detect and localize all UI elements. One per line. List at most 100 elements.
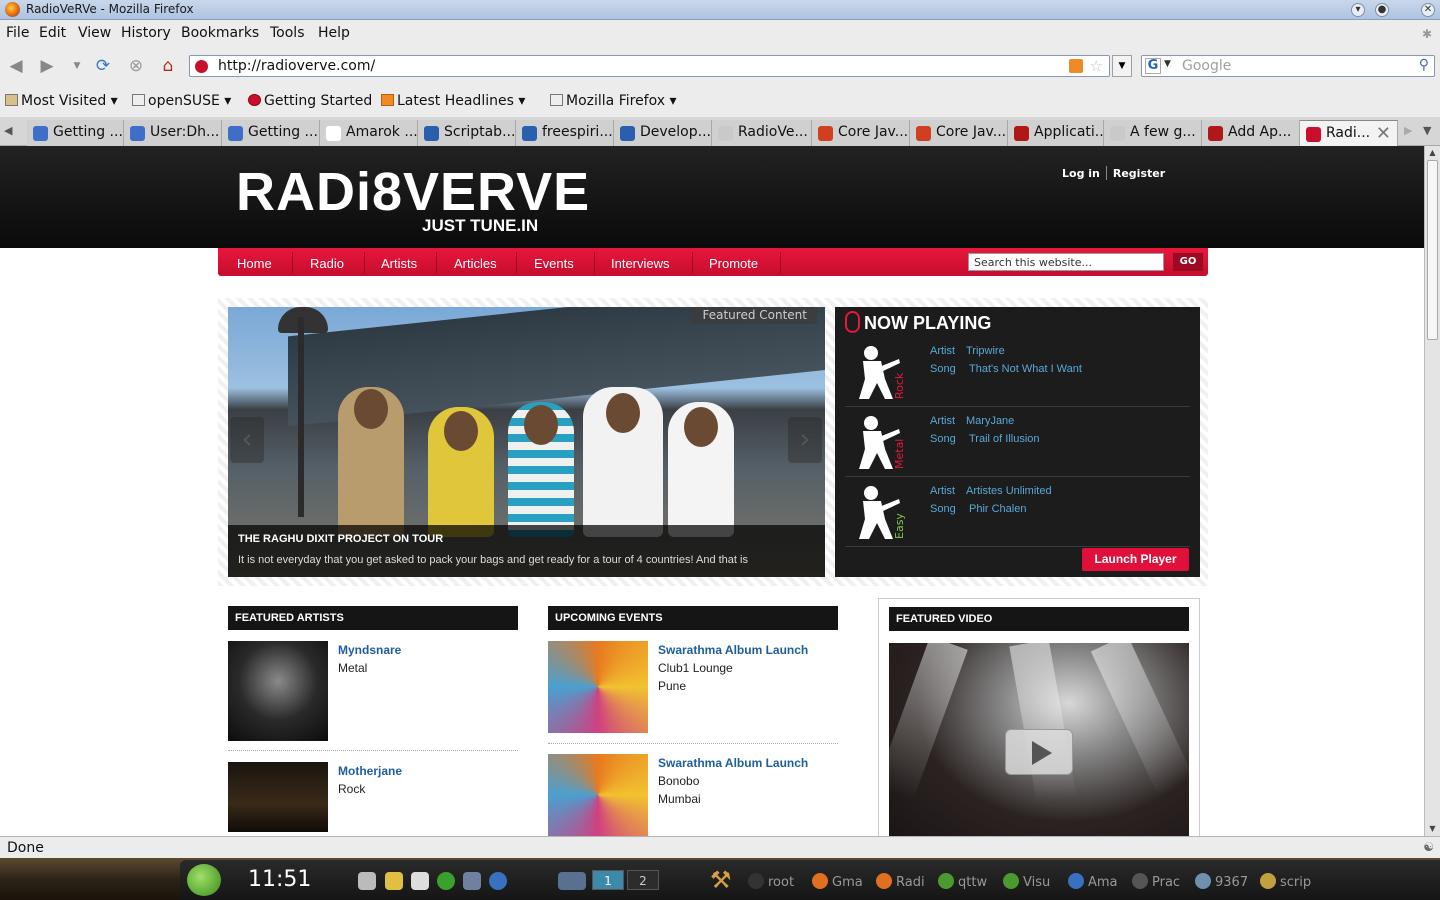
bookmark-most-visited[interactable]: Most Visited ▾ [5,93,118,109]
bookmark-mozilla-firefox[interactable]: Mozilla Firefox ▾ [550,93,677,109]
taskbar-task[interactable]: root [748,873,794,890]
maximize-button[interactable]: ● [1375,3,1389,17]
site-search-input[interactable]: Search this website... [968,253,1164,271]
bookmark-latest-headlines[interactable]: Latest Headlines ▾ [381,93,525,109]
taskbar-task[interactable]: Prac [1132,873,1180,890]
reload-button[interactable]: ⟳ [92,55,114,77]
login-link[interactable]: Log in [1062,167,1100,180]
rss-icon[interactable] [1069,59,1083,73]
browser-tab[interactable]: A few g... [1104,120,1202,146]
artist-thumbnail-myndsnare[interactable] [228,641,328,741]
history-dropdown-button[interactable]: ▼ [66,55,88,77]
nav-artists[interactable]: Artists [381,256,417,271]
tab-list-icon[interactable]: ▼ [1423,124,1431,137]
taskbar-clock[interactable]: 11:51 [248,867,311,892]
show-desktop-icon[interactable] [558,872,586,890]
bookmark-star-icon[interactable]: ☆ [1090,57,1103,75]
browser-tab[interactable]: Getting ... [27,120,124,146]
now-playing-artist[interactable]: Artistes Unlimited [966,485,1052,497]
artist-name[interactable]: Motherjane [338,764,402,778]
close-tab-icon[interactable]: ✕ [1376,123,1391,144]
nav-home[interactable]: Home [237,256,272,271]
event-title[interactable]: Swarathma Album Launch [658,756,808,770]
now-playing-artist[interactable]: MaryJane [966,415,1014,427]
nav-interviews[interactable]: Interviews [611,256,670,271]
engine-dropdown-icon[interactable]: ▼ [1164,59,1171,69]
browser-tab[interactable]: freespiri... [516,120,614,146]
scroll-down-icon[interactable]: ▼ [1425,822,1440,836]
browser-tray-icon[interactable] [489,872,507,890]
tab-scroll-left-icon[interactable]: ◀ [4,124,12,137]
nav-promote[interactable]: Promote [709,256,758,271]
google-engine-icon[interactable]: G [1145,58,1161,74]
taskbar-task[interactable]: scrip [1260,873,1311,890]
browser-tab[interactable]: RadioVe... [712,120,812,146]
browser-tab[interactable]: Core Jav... [910,120,1008,146]
address-bar[interactable]: http://radioverve.com/ ☆ [189,55,1110,77]
url-dropdown-button[interactable]: ▼ [1112,55,1132,77]
update-icon[interactable] [437,872,455,890]
taskbar-task[interactable]: Radi [876,873,925,890]
volume-icon[interactable] [358,872,376,890]
search-icon[interactable]: ⚲ [1419,57,1429,73]
play-icon[interactable] [1005,729,1073,775]
taskbar-task[interactable]: Gma [812,873,863,890]
network-icon[interactable] [463,872,481,890]
browser-tab[interactable]: Add Ap... [1202,120,1300,146]
nav-events[interactable]: Events [534,256,574,271]
site-search-go-button[interactable]: GO [1173,253,1203,271]
application-launcher-icon[interactable] [187,864,221,896]
nav-articles[interactable]: Articles [454,256,497,271]
taskbar-task[interactable]: Visu [1003,873,1050,890]
slide-title[interactable]: THE RAGHU DIXIT PROJECT ON TOUR [238,533,443,545]
browser-tab[interactable]: Getting ... [222,120,320,146]
forward-button[interactable]: ▶ [36,55,58,77]
taskbar-task[interactable]: qttw [938,873,987,890]
now-playing-song[interactable]: Trail of Illusion [969,433,1040,445]
slider-prev-icon[interactable]: ‹ [230,417,264,463]
menu-file[interactable]: File [6,25,29,41]
featured-slider[interactable]: Featured Content ‹ › THE RAGHU DIXIT PRO… [228,307,825,577]
event-poster-swarathma[interactable] [548,641,648,733]
browser-tab[interactable]: Applicati... [1008,120,1104,146]
browser-tab[interactable]: Develop... [614,120,712,146]
tab-scroll-right-icon[interactable]: ▶ [1404,124,1412,137]
event-title[interactable]: Swarathma Album Launch [658,643,808,657]
scrollbar-thumb[interactable] [1427,160,1438,340]
browser-tab[interactable]: Core Jav... [812,120,910,146]
browser-tab[interactable]: Amarok ... [320,120,418,146]
now-playing-artist[interactable]: Tripwire [966,345,1005,357]
browser-tab[interactable]: User:Dh... [124,120,222,146]
now-playing-song[interactable]: That's Not What I Want [969,363,1082,375]
desktop-pager-1[interactable]: 1 [592,870,624,890]
site-logo[interactable]: RADi8VERVE [236,164,590,220]
stop-button[interactable]: ⊗ [125,55,147,77]
vertical-scrollbar[interactable]: ▲ ▼ [1424,146,1440,836]
web-search-box[interactable]: G ▼ Google ⚲ [1141,55,1435,77]
menu-tools[interactable]: Tools [270,25,305,41]
clipboard-icon[interactable] [411,872,429,890]
hammer-icon[interactable]: ⚒ [710,866,732,894]
register-link[interactable]: Register [1113,167,1165,180]
bookmark-getting-started[interactable]: Getting Started [248,93,372,109]
menu-bookmarks[interactable]: Bookmarks [181,25,259,41]
notes-icon[interactable] [385,872,403,890]
menu-edit[interactable]: Edit [39,25,66,41]
menu-view[interactable]: View [78,25,111,41]
nav-radio[interactable]: Radio [310,256,344,271]
event-poster-swarathma[interactable] [548,754,648,836]
url-text[interactable]: http://radioverve.com/ [218,58,375,74]
scroll-up-icon[interactable]: ▲ [1425,146,1440,160]
browser-tab[interactable]: Radi... ✕ [1300,120,1398,146]
launch-player-button[interactable]: Launch Player [1082,548,1189,571]
desktop-pager-2[interactable]: 2 [627,870,659,890]
minimize-button[interactable]: ▾ [1351,3,1365,17]
taskbar-task[interactable]: 9367 [1195,873,1248,890]
now-playing-song[interactable]: Phir Chalen [969,503,1026,515]
menu-help[interactable]: Help [318,25,350,41]
artist-thumbnail-motherjane[interactable] [228,762,328,832]
slider-next-icon[interactable]: › [788,417,822,463]
search-placeholder[interactable]: Google [1182,58,1231,74]
menu-history[interactable]: History [121,25,171,41]
close-window-button[interactable]: ✕ [1421,3,1435,17]
